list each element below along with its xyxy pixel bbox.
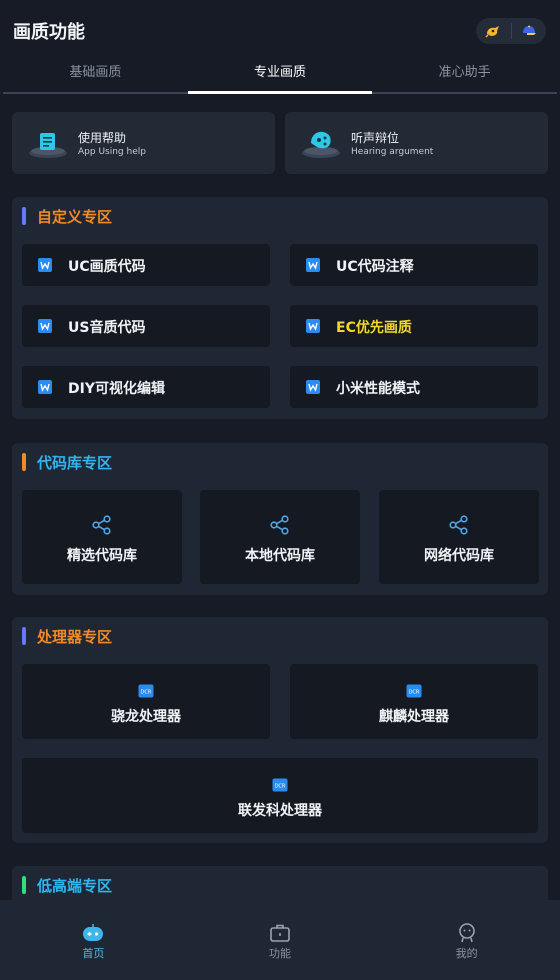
tab-bar: 基础画质 专业画质 准心助手 bbox=[3, 58, 557, 94]
svg-text:DCR: DCR bbox=[141, 689, 152, 695]
section-accent-bar bbox=[22, 627, 26, 645]
section-processor: 处理器专区 DCR 骁龙处理器 DCR 麒麟处理器 DCR 联发科处理器 bbox=[12, 617, 548, 843]
app-title: 画质功能 bbox=[13, 22, 85, 43]
processor-snapdragon[interactable]: DCR 骁龙处理器 bbox=[22, 664, 270, 739]
document-icon bbox=[38, 258, 52, 272]
help-card-hearing[interactable]: 听声辩位 Hearing argument bbox=[285, 112, 548, 174]
svg-text:DCR: DCR bbox=[409, 689, 420, 695]
custom-diy-visual-editor[interactable]: DIY可视化编辑 bbox=[22, 366, 270, 408]
cell-label: 小米性能模式 bbox=[336, 381, 420, 397]
section-title: 自定义专区 bbox=[37, 207, 113, 226]
section-header: 低高端专区 bbox=[22, 876, 113, 895]
processor-mediatek[interactable]: DCR 联发科处理器 bbox=[22, 758, 538, 833]
document-icon bbox=[38, 319, 52, 333]
codelib-network[interactable]: 网络代码库 bbox=[379, 490, 539, 584]
tab-crosshair-helper[interactable]: 准心助手 bbox=[372, 58, 557, 92]
bottom-nav: 首页 功能 我的 bbox=[0, 900, 560, 980]
section-title: 代码库专区 bbox=[37, 453, 113, 472]
document-icon bbox=[306, 319, 320, 333]
toolbox-icon bbox=[270, 924, 290, 942]
section-accent-bar bbox=[22, 453, 26, 471]
section-title: 低高端专区 bbox=[37, 876, 113, 895]
section-custom: 自定义专区 UC画质代码 UC代码注释 US音质代码 EC优先画质 DIY可视化… bbox=[12, 197, 548, 419]
cell-label: 网络代码库 bbox=[424, 548, 494, 564]
app-header: 画质功能 bbox=[0, 0, 560, 60]
help-card-subtitle: App Using help bbox=[78, 147, 146, 157]
share-icon bbox=[92, 515, 111, 535]
chip-icon: DCR bbox=[272, 778, 288, 792]
custom-uc-code-notes[interactable]: UC代码注释 bbox=[290, 244, 538, 286]
cap-icon[interactable] bbox=[512, 18, 547, 44]
nav-features[interactable]: 功能 bbox=[187, 900, 374, 980]
nav-label: 我的 bbox=[455, 947, 478, 960]
share-icon bbox=[449, 515, 468, 535]
cell-label: 联发科处理器 bbox=[238, 803, 322, 819]
chip-icon: DCR bbox=[406, 684, 422, 698]
help-card-usage[interactable]: 使用帮助 App Using help bbox=[12, 112, 275, 174]
section-header: 处理器专区 bbox=[22, 627, 113, 646]
document-icon bbox=[306, 258, 320, 272]
custom-ec-priority-quality[interactable]: EC优先画质 bbox=[290, 305, 538, 347]
cell-label: UC画质代码 bbox=[68, 259, 146, 275]
codelib-featured[interactable]: 精选代码库 bbox=[22, 490, 182, 584]
section-title: 处理器专区 bbox=[37, 627, 113, 646]
chip-icon: DCR bbox=[138, 684, 154, 698]
hearing-icon bbox=[299, 125, 349, 161]
help-card-subtitle: Hearing argument bbox=[351, 147, 434, 157]
cell-label: DIY可视化编辑 bbox=[68, 381, 165, 397]
help-card-title: 听声辩位 bbox=[351, 131, 400, 145]
document-icon bbox=[38, 380, 52, 394]
profile-icon bbox=[458, 923, 475, 943]
mascot-icon[interactable] bbox=[476, 18, 511, 44]
codelib-local[interactable]: 本地代码库 bbox=[200, 490, 360, 584]
tab-pro-quality[interactable]: 专业画质 bbox=[187, 58, 373, 94]
cell-label: US音质代码 bbox=[68, 320, 146, 336]
custom-us-audio-code[interactable]: US音质代码 bbox=[22, 305, 270, 347]
help-card-title: 使用帮助 bbox=[78, 131, 127, 145]
custom-xiaomi-performance[interactable]: 小米性能模式 bbox=[290, 366, 538, 408]
cell-label: UC代码注释 bbox=[336, 259, 414, 275]
cell-label: 骁龙处理器 bbox=[111, 709, 181, 725]
cell-label: 精选代码库 bbox=[67, 548, 137, 564]
processor-kirin[interactable]: DCR 麒麟处理器 bbox=[290, 664, 538, 739]
nav-profile[interactable]: 我的 bbox=[373, 900, 560, 980]
nav-label: 功能 bbox=[269, 947, 291, 960]
cell-label: 麒麟处理器 bbox=[379, 709, 449, 725]
cell-label-highlight: EC优先画质 bbox=[336, 320, 412, 336]
nav-home[interactable]: 首页 bbox=[0, 900, 187, 980]
section-accent-bar bbox=[22, 876, 26, 894]
section-header: 代码库专区 bbox=[22, 453, 113, 472]
section-code-library: 代码库专区 精选代码库 本地代码库 网络代码库 bbox=[12, 443, 548, 595]
custom-uc-quality-code[interactable]: UC画质代码 bbox=[22, 244, 270, 286]
tab-basic-quality[interactable]: 基础画质 bbox=[3, 58, 188, 92]
share-icon bbox=[270, 515, 289, 535]
section-header: 自定义专区 bbox=[22, 207, 113, 226]
document-icon bbox=[306, 380, 320, 394]
header-actions bbox=[476, 18, 546, 44]
help-doc-icon bbox=[26, 125, 76, 161]
svg-text:DCR: DCR bbox=[275, 783, 286, 789]
section-accent-bar bbox=[22, 207, 26, 225]
nav-label: 首页 bbox=[82, 947, 105, 960]
cell-label: 本地代码库 bbox=[245, 548, 315, 564]
gamepad-icon bbox=[83, 924, 104, 941]
